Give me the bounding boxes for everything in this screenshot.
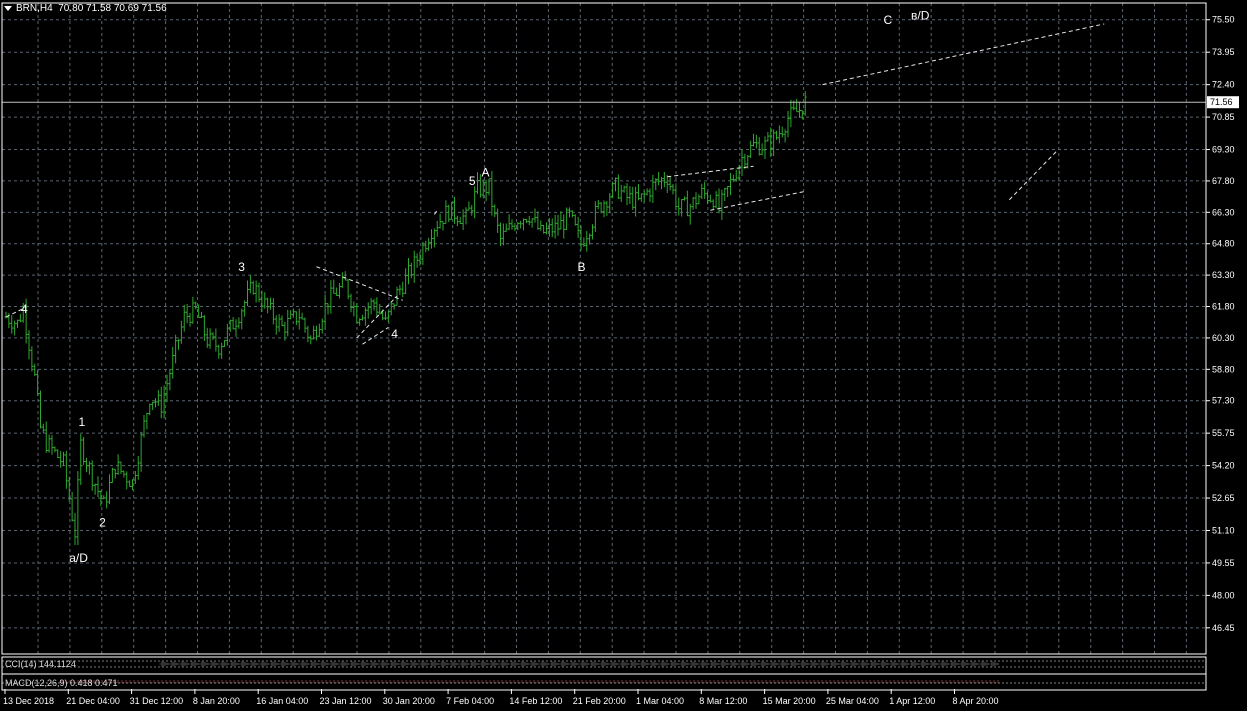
x-tick-label: 21 Feb 20:00 xyxy=(573,696,626,706)
x-tick-label: 30 Jan 20:00 xyxy=(383,696,435,706)
ohlc-values: 70.80 71.58 70.69 71.56 xyxy=(58,3,167,14)
wave-label: 3 xyxy=(238,260,245,274)
y-tick-label: 75.50 xyxy=(1212,15,1235,25)
price-chart[interactable]: 4 1 2 a/D 3 4 5A B C в/D 75.50 73.95 72.40 70.85 69.3… xyxy=(0,0,1247,711)
wave-label: 1 xyxy=(78,415,85,429)
wave-label: 4 xyxy=(21,302,28,316)
x-tick-label: 1 Mar 04:00 xyxy=(636,696,684,706)
x-tick-label: 16 Jan 04:00 xyxy=(256,696,308,706)
y-tick-label: 49.55 xyxy=(1212,558,1235,568)
y-tick-label: 46.45 xyxy=(1212,623,1235,633)
y-tick-label: 61.80 xyxy=(1212,302,1235,312)
y-tick-label: 55.75 xyxy=(1212,428,1235,438)
y-tick-label: 66.30 xyxy=(1212,207,1235,217)
chart-background xyxy=(0,0,1247,711)
y-tick-label: 63.30 xyxy=(1212,270,1235,280)
y-tick-label: 64.80 xyxy=(1212,239,1235,249)
y-tick-label: 52.65 xyxy=(1212,493,1235,503)
y-tick-label: 72.40 xyxy=(1212,80,1235,90)
wave-label: 4 xyxy=(391,327,398,341)
x-tick-label: 15 Mar 20:00 xyxy=(763,696,816,706)
y-tick-label: 58.80 xyxy=(1212,364,1235,374)
chart-header[interactable]: BRN,H4 70.80 71.58 70.69 71.56 xyxy=(4,3,167,14)
wave-label: в/D xyxy=(911,9,930,23)
y-tick-label: 73.95 xyxy=(1212,47,1235,57)
y-tick-label: 60.30 xyxy=(1212,333,1235,343)
wave-label: a/D xyxy=(69,551,88,565)
y-tick-label: 70.85 xyxy=(1212,112,1235,122)
y-tick-label: 69.30 xyxy=(1212,145,1235,155)
y-tick-label: 54.20 xyxy=(1212,461,1235,471)
y-tick-label: 48.00 xyxy=(1212,590,1235,600)
chevron-down-icon[interactable] xyxy=(4,5,12,11)
x-tick-label: 1 Apr 12:00 xyxy=(889,696,935,706)
x-tick-label: 31 Dec 12:00 xyxy=(130,696,184,706)
wave-label: 5 xyxy=(469,174,476,188)
cci-label: CCI(14) 144.1124 xyxy=(5,659,76,669)
x-tick-label: 25 Mar 04:00 xyxy=(826,696,879,706)
symbol-label: BRN,H4 xyxy=(16,3,53,14)
macd-label: MACD(12,26,9) 0.418 0.471 xyxy=(5,678,118,688)
y-tick-label: 57.30 xyxy=(1212,396,1235,406)
x-tick-label: 13 Dec 2018 xyxy=(3,696,54,706)
x-tick-label: 7 Feb 04:00 xyxy=(446,696,494,706)
x-tick-label: 8 Apr 20:00 xyxy=(953,696,999,706)
wave-label: 2 xyxy=(99,515,106,529)
wave-label: A xyxy=(482,166,490,180)
y-tick-label: 67.80 xyxy=(1212,176,1235,186)
wave-label: B xyxy=(578,260,586,274)
x-tick-label: 8 Jan 20:00 xyxy=(193,696,240,706)
x-tick-label: 14 Feb 12:00 xyxy=(509,696,562,706)
y-tick-label: 51.10 xyxy=(1212,525,1235,535)
x-tick-label: 21 Dec 04:00 xyxy=(66,696,120,706)
x-tick-label: 8 Mar 12:00 xyxy=(699,696,747,706)
wave-label: C xyxy=(883,13,892,27)
x-tick-label: 23 Jan 12:00 xyxy=(320,696,372,706)
current-price-value: 71.56 xyxy=(1210,97,1233,107)
